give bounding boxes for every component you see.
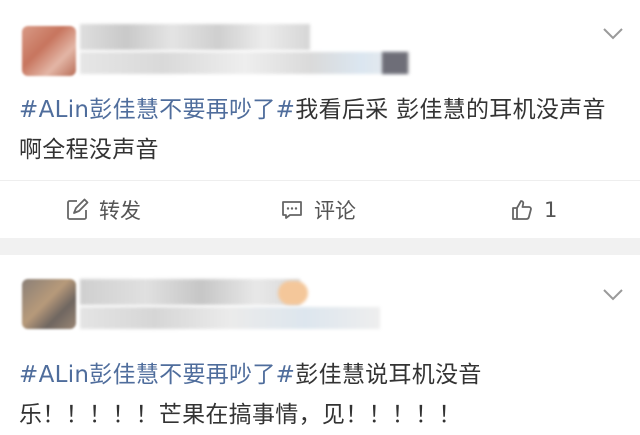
post-text: #ALin彭佳慧不要再吵了#彭佳慧说耳机没音乐！！！！！芒果在搞事情，见！！！！… bbox=[19, 355, 619, 435]
repost-button[interactable]: 转发 bbox=[65, 181, 141, 239]
thumbs-up-icon bbox=[512, 200, 532, 220]
username-mosaic bbox=[80, 24, 310, 50]
timestamp-mosaic bbox=[80, 52, 410, 74]
post-separator bbox=[0, 238, 640, 255]
like-button[interactable]: 1 bbox=[510, 181, 557, 239]
comment-icon bbox=[282, 201, 302, 219]
post-header-blurred bbox=[0, 255, 640, 345]
avatar[interactable] bbox=[22, 26, 76, 76]
chevron-down-icon bbox=[603, 289, 623, 301]
username-decoration bbox=[278, 281, 308, 305]
username-mosaic bbox=[80, 279, 300, 305]
like-count: 1 bbox=[544, 198, 558, 222]
action-bar: 转发 评论 1 bbox=[0, 180, 640, 239]
hashtag-link[interactable]: #ALin彭佳慧不要再吵了# bbox=[19, 362, 295, 388]
hashtag-link[interactable]: #ALin彭佳慧不要再吵了# bbox=[19, 97, 295, 123]
comment-label: 评论 bbox=[314, 199, 356, 223]
expand-chevron[interactable] bbox=[600, 281, 626, 307]
avatar[interactable] bbox=[22, 279, 76, 329]
badge-mosaic bbox=[382, 52, 408, 74]
timestamp-mosaic bbox=[80, 307, 380, 329]
weibo-post: #ALin彭佳慧不要再吵了#我看后采 彭佳慧的耳机没声音啊全程没声音 转发 评论 bbox=[0, 0, 640, 238]
post-text: #ALin彭佳慧不要再吵了#我看后采 彭佳慧的耳机没声音啊全程没声音 bbox=[19, 90, 619, 170]
repost-label: 转发 bbox=[99, 199, 141, 223]
chevron-down-icon bbox=[603, 28, 623, 40]
expand-chevron[interactable] bbox=[600, 20, 626, 46]
post-header-blurred bbox=[0, 0, 640, 90]
weibo-post: #ALin彭佳慧不要再吵了#彭佳慧说耳机没音乐！！！！！芒果在搞事情，见！！！！… bbox=[0, 255, 640, 428]
share-edit-icon bbox=[67, 198, 89, 220]
comment-button[interactable]: 评论 bbox=[280, 181, 356, 239]
